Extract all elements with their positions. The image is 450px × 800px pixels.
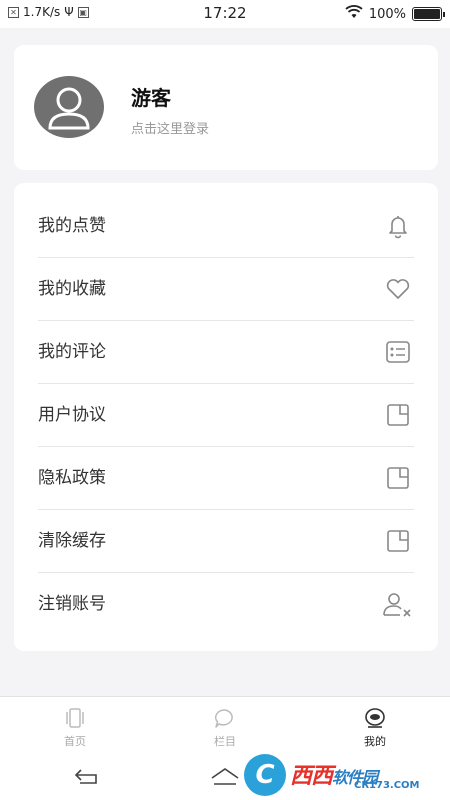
default-user-icon — [48, 87, 90, 130]
menu-item-user-agreement[interactable]: 用户协议 — [38, 384, 414, 447]
back-button[interactable] — [72, 766, 102, 788]
document-icon — [384, 464, 412, 492]
remove-user-icon — [382, 590, 414, 618]
tab-label: 栏目 — [214, 735, 236, 748]
menu-item-likes[interactable]: 我的点赞 — [38, 195, 414, 258]
menu-item-comments[interactable]: 我的评论 — [38, 321, 414, 384]
tab-label: 我的 — [364, 735, 386, 748]
tab-home[interactable]: 首页 — [45, 697, 105, 753]
status-right: 100% — [345, 5, 445, 23]
profile-card[interactable]: 游客 点击这里登录 — [14, 45, 438, 170]
document-icon — [384, 401, 412, 429]
watermark-sub: CR173.COM — [354, 780, 420, 791]
menu-item-label: 我的评论 — [38, 342, 106, 362]
watermark-logo: C 西西软件园 CR173.COM — [244, 754, 444, 796]
username: 游客 — [131, 86, 171, 110]
battery-icon — [412, 7, 445, 21]
menu-item-clear-cache[interactable]: 清除缓存 — [38, 510, 414, 573]
watermark-c-icon: C — [244, 754, 286, 796]
menu-item-favorites[interactable]: 我的收藏 — [38, 258, 414, 321]
menu-item-label: 用户协议 — [38, 405, 106, 425]
menu-item-label: 隐私政策 — [38, 468, 106, 488]
profile-icon — [363, 707, 387, 729]
comment-list-icon — [384, 338, 412, 366]
battery-percent: 100% — [368, 6, 406, 22]
menu-item-label: 我的点赞 — [38, 216, 106, 236]
wifi-icon — [345, 5, 363, 23]
menu-card: 我的点赞 我的收藏 我的评论 用户协议 隐私政策 清除缓存 注销账号 — [14, 183, 438, 651]
tab-mine[interactable]: 我的 — [345, 697, 405, 753]
heart-icon — [384, 275, 412, 303]
menu-item-label: 我的收藏 — [38, 279, 106, 299]
bell-icon — [384, 212, 412, 240]
menu-item-label: 注销账号 — [38, 594, 106, 614]
status-bar: ✕ 1.7K/s Ψ ▣ 17:22 100% — [0, 0, 450, 28]
home-button[interactable] — [210, 766, 240, 788]
document-icon — [384, 527, 412, 555]
chat-bubble-icon — [213, 707, 237, 729]
menu-item-delete-account[interactable]: 注销账号 — [38, 573, 414, 636]
home-cards-icon — [63, 707, 87, 729]
tab-label: 首页 — [64, 735, 86, 748]
menu-item-label: 清除缓存 — [38, 531, 106, 551]
menu-item-privacy-policy[interactable]: 隐私政策 — [38, 447, 414, 510]
login-hint[interactable]: 点击这里登录 — [131, 118, 209, 137]
tab-columns[interactable]: 栏目 — [195, 697, 255, 753]
back-arrow-icon — [74, 769, 97, 784]
home-icon — [211, 768, 239, 785]
avatar[interactable] — [34, 76, 104, 138]
bottom-tab-bar: 首页 栏目 我的 — [0, 696, 450, 752]
